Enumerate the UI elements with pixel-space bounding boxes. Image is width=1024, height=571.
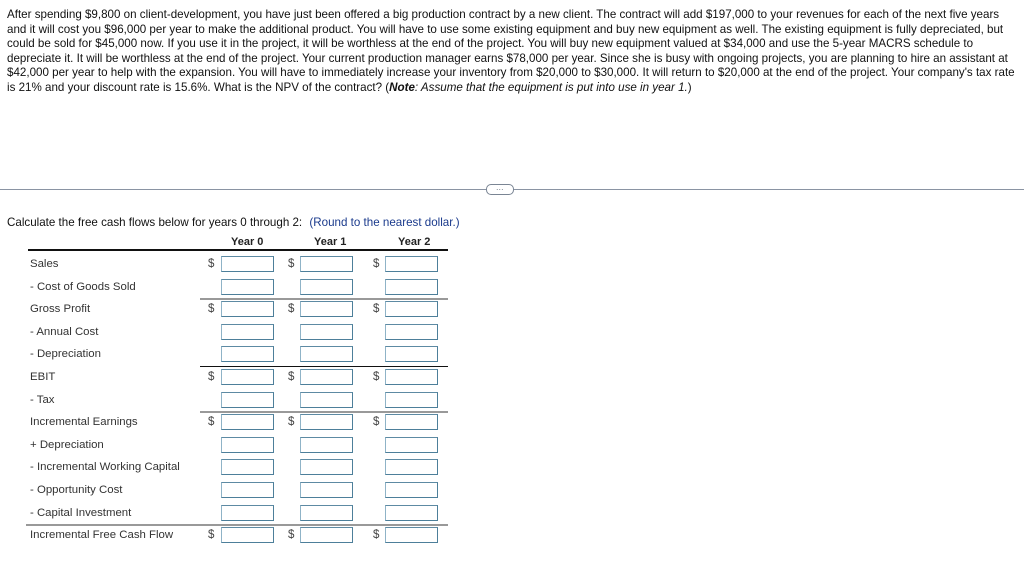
note-label: Note [389, 80, 415, 94]
row-separator [26, 524, 448, 527]
row-label: - Annual Cost [30, 325, 99, 338]
answer-input-year-2[interactable] [385, 459, 438, 476]
answer-input-year-2[interactable] [385, 346, 438, 363]
answer-input-year-1[interactable] [300, 391, 353, 408]
row-label: - Incremental Working Capital [30, 461, 180, 474]
answer-input-year-0[interactable] [221, 323, 274, 340]
answer-input-year-1[interactable] [300, 504, 353, 521]
currency-symbol: $ [373, 529, 380, 542]
answer-input-year-2[interactable] [385, 301, 438, 318]
currency-symbol: $ [208, 258, 215, 270]
row-label: - Tax [30, 393, 55, 406]
answer-input-year-2[interactable] [385, 278, 438, 295]
currency-symbol: $ [373, 416, 380, 429]
problem-statement: After spending $9,800 on client-developm… [7, 8, 1019, 95]
answer-input-year-2[interactable] [385, 414, 438, 431]
answer-input-year-0[interactable] [221, 482, 274, 498]
answer-input-year-0[interactable] [221, 278, 274, 295]
answer-input-year-0[interactable] [221, 527, 274, 544]
currency-symbol: $ [288, 416, 295, 429]
answer-input-year-0[interactable] [221, 301, 274, 318]
expand-more-button[interactable]: … [486, 184, 514, 195]
note-text: : Assume that the equipment is put into … [414, 80, 688, 94]
answer-input-year-2[interactable] [385, 391, 438, 408]
currency-symbol: $ [288, 303, 295, 316]
column-header-year-2: Year 2 [398, 236, 431, 248]
answer-input-year-2[interactable] [385, 527, 438, 544]
currency-symbol: $ [208, 416, 215, 429]
answer-input-year-1[interactable] [300, 459, 353, 476]
answer-input-year-0[interactable] [221, 436, 274, 453]
column-header-year-0: Year 0 [231, 236, 264, 248]
answer-input-year-1[interactable] [300, 482, 353, 498]
instructions: Calculate the free cash flows below for … [7, 216, 460, 229]
answer-input-year-2[interactable] [385, 482, 438, 498]
row-label: - Opportunity Cost [30, 484, 123, 496]
row-label: - Cost of Goods Sold [30, 280, 136, 293]
row-separator [200, 411, 448, 414]
currency-symbol: $ [288, 529, 295, 542]
answer-input-year-1[interactable] [300, 346, 353, 363]
row-label: - Capital Investment [30, 506, 132, 519]
answer-input-year-1[interactable] [300, 369, 353, 385]
answer-input-year-2[interactable] [385, 369, 438, 385]
answer-input-year-0[interactable] [221, 346, 274, 363]
answer-input-year-1[interactable] [300, 278, 353, 295]
answer-input-year-1[interactable] [300, 323, 353, 340]
row-separator [200, 366, 448, 367]
answer-input-year-1[interactable] [300, 256, 353, 272]
column-header-year-1: Year 1 [314, 236, 347, 248]
row-label: Incremental Free Cash Flow [30, 529, 174, 542]
currency-symbol: $ [288, 258, 295, 270]
currency-symbol: $ [208, 371, 215, 383]
row-label: Incremental Earnings [30, 416, 138, 429]
answer-input-year-1[interactable] [300, 301, 353, 318]
answer-input-year-2[interactable] [385, 256, 438, 272]
answer-input-year-0[interactable] [221, 369, 274, 385]
answer-input-year-1[interactable] [300, 436, 353, 453]
row-label: Sales [30, 258, 59, 270]
answer-input-year-0[interactable] [221, 504, 274, 521]
currency-symbol: $ [373, 258, 380, 270]
instructions-text: Calculate the free cash flows below for … [7, 216, 303, 229]
answer-input-year-1[interactable] [300, 527, 353, 544]
row-label: EBIT [30, 371, 56, 383]
row-label: + Depreciation [30, 438, 104, 451]
answer-input-year-2[interactable] [385, 436, 438, 453]
currency-symbol: $ [288, 371, 295, 383]
currency-symbol: $ [208, 303, 215, 316]
row-label: - Depreciation [30, 348, 101, 361]
currency-symbol: $ [373, 371, 380, 383]
row-label: Gross Profit [30, 303, 91, 316]
rounding-hint: (Round to the nearest dollar.) [309, 216, 460, 229]
header-rule [28, 249, 448, 251]
answer-input-year-0[interactable] [221, 256, 274, 272]
currency-symbol: $ [373, 303, 380, 316]
answer-input-year-2[interactable] [385, 504, 438, 521]
answer-input-year-0[interactable] [221, 459, 274, 476]
row-separator [200, 298, 448, 301]
currency-symbol: $ [208, 529, 215, 542]
answer-input-year-0[interactable] [221, 391, 274, 408]
answer-input-year-2[interactable] [385, 323, 438, 340]
close-paren: ) [687, 80, 692, 94]
answer-input-year-0[interactable] [221, 414, 274, 431]
answer-input-year-1[interactable] [300, 414, 353, 431]
